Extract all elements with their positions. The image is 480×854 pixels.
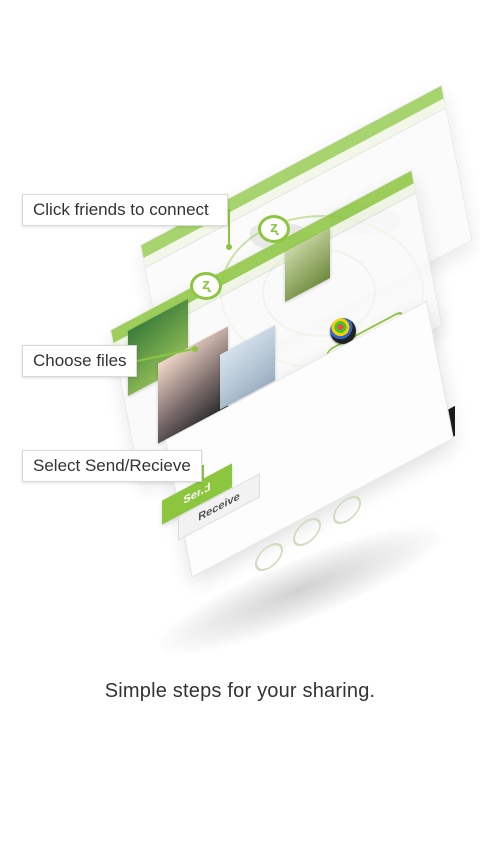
callout-connect: Click friends to connect xyxy=(22,194,228,226)
connector-dot xyxy=(192,346,198,352)
app-logo-icon: ʐ xyxy=(258,215,290,243)
app-logo-icon: ʐ xyxy=(190,272,222,300)
connector-dot xyxy=(200,486,206,492)
callout-send-receive: Select Send/Recieve xyxy=(22,450,202,482)
tagline: Simple steps for your sharing. xyxy=(104,680,376,702)
callout-choose: Choose files xyxy=(22,345,137,377)
illustration-stage: ʐ ʐ Send Receive Click friends to connec… xyxy=(0,0,480,854)
connector-line xyxy=(228,209,230,247)
connector-dot xyxy=(226,244,232,250)
